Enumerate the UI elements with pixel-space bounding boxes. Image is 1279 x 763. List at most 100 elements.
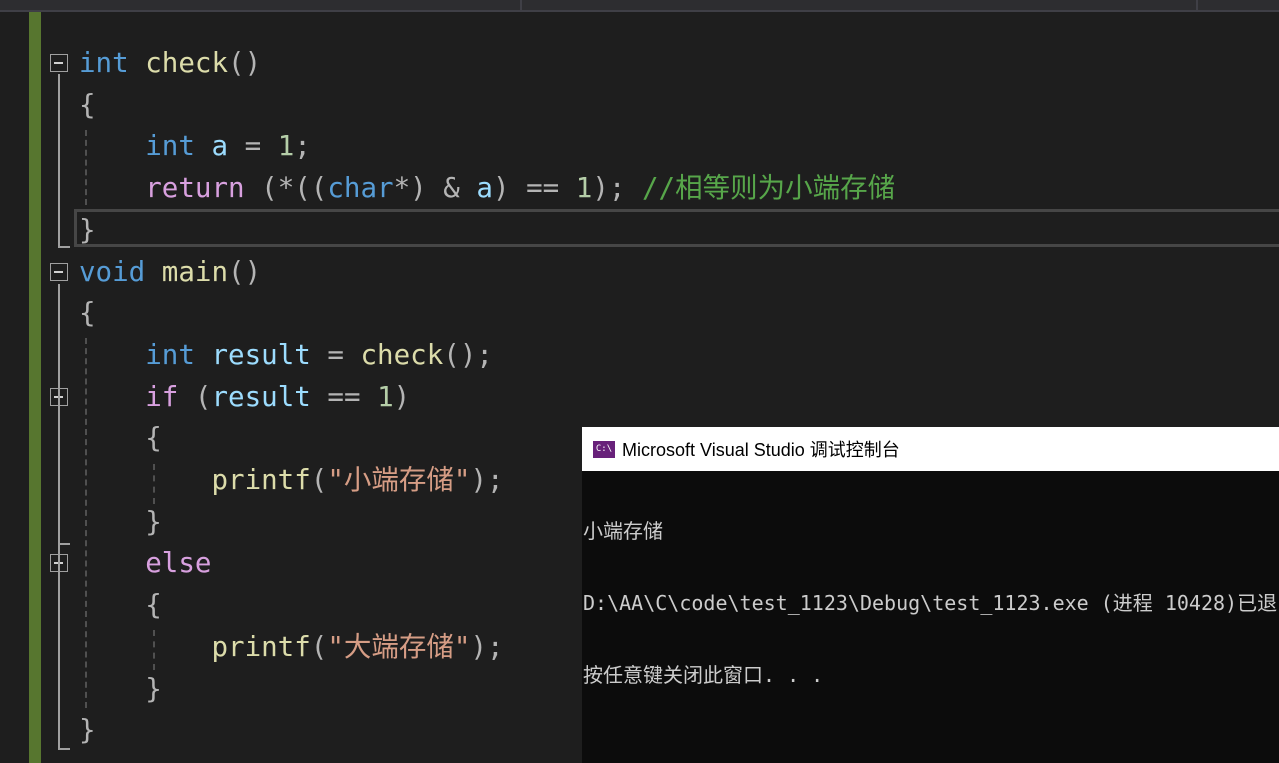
code-line[interactable]: printf("大端存储");	[79, 626, 504, 668]
code-token: =	[310, 338, 361, 371]
outline-bracket	[58, 246, 70, 248]
code-token: 1	[377, 380, 394, 413]
code-line[interactable]: {	[79, 84, 96, 126]
code-token: ()	[228, 255, 262, 288]
code-token: "小端存储"	[327, 464, 471, 496]
code-token: )	[393, 380, 411, 413]
indent-guide	[153, 464, 155, 504]
code-token: else	[145, 547, 212, 580]
indent-guide	[85, 130, 87, 205]
code-token: ) ==	[492, 172, 576, 205]
outline-bracket	[58, 284, 60, 750]
code-line[interactable]: else	[79, 542, 211, 584]
console-line: 小端存储	[583, 519, 663, 543]
code-token: printf	[211, 630, 311, 663]
code-token: check	[145, 47, 229, 79]
code-token: {	[79, 589, 162, 622]
code-line[interactable]: int a = 1;	[79, 125, 311, 167]
code-line[interactable]: }	[79, 501, 162, 543]
code-token: int	[79, 47, 129, 79]
console-line: 按任意键关闭此窗口. . .	[583, 663, 824, 687]
outline-bracket	[58, 543, 70, 545]
code-token: (	[178, 380, 212, 413]
divider	[520, 0, 522, 10]
current-line-highlight	[74, 209, 1279, 247]
code-line[interactable]: printf("小端存储");	[79, 459, 504, 501]
collapse-toggle-icon[interactable]	[50, 54, 68, 72]
code-token: char	[327, 172, 394, 205]
divider	[1196, 0, 1198, 10]
code-token: (*((	[244, 172, 328, 205]
code-token: main	[161, 255, 229, 288]
change-tracking-margin	[29, 12, 41, 763]
code-token: }	[79, 714, 96, 747]
code-token: =	[228, 130, 278, 163]
code-token: *) &	[393, 172, 477, 205]
console-title-bar[interactable]: C:\ Microsoft Visual Studio 调试控制台	[582, 427, 1279, 471]
code-token: check	[360, 338, 444, 371]
code-token: );	[470, 630, 504, 663]
code-line[interactable]: int check()	[79, 42, 261, 84]
code-token: ()	[228, 47, 262, 79]
indent-guide	[85, 338, 87, 708]
code-token: 1	[575, 172, 593, 205]
code-token: {	[79, 88, 96, 121]
code-token: }	[79, 672, 162, 705]
code-token: 1	[277, 130, 295, 163]
code-line[interactable]: int result = check();	[79, 334, 493, 376]
code-line[interactable]: }	[79, 209, 96, 251]
outline-bracket	[58, 748, 70, 750]
code-line[interactable]: }	[79, 668, 162, 710]
code-token: a	[211, 130, 229, 163]
code-line[interactable]: return (*((char*) & a) == 1); //相等则为小端存储	[79, 167, 895, 209]
code-token: result	[211, 338, 311, 371]
code-token: if	[145, 380, 179, 413]
code-line[interactable]: {	[79, 292, 96, 334]
code-token: int	[145, 338, 195, 371]
console-line: D:\AA\C\code\test_1123\Debug\test_1123.e…	[583, 591, 1278, 615]
collapse-toggle-icon[interactable]	[50, 262, 68, 281]
code-token: void	[79, 255, 146, 288]
code-token: printf	[211, 464, 311, 496]
console-title: Microsoft Visual Studio 调试控制台	[622, 440, 900, 460]
outline-bracket	[58, 74, 60, 246]
code-line[interactable]: {	[79, 417, 162, 459]
code-token: {	[79, 422, 162, 455]
code-token: ;	[294, 130, 311, 163]
code-token: }	[79, 213, 96, 246]
code-token: return	[145, 172, 245, 205]
debug-console-window[interactable]: C:\ Microsoft Visual Studio 调试控制台 小端存储 D…	[582, 427, 1279, 763]
code-token: a	[476, 172, 493, 205]
code-line[interactable]: {	[79, 584, 162, 626]
editor-tab-bar	[0, 0, 1279, 12]
code-token: (	[310, 464, 328, 496]
indent-guide	[153, 630, 155, 670]
code-line[interactable]: }	[79, 709, 96, 751]
code-token: int	[145, 130, 195, 163]
console-app-icon: C:\	[593, 440, 615, 458]
code-token: (	[310, 630, 328, 663]
code-token: result	[211, 380, 311, 413]
code-token: ==	[310, 380, 378, 413]
code-token: ();	[443, 338, 493, 371]
code-line[interactable]: if (result == 1)	[79, 376, 410, 418]
code-line[interactable]: void main()	[79, 251, 261, 293]
code-token: }	[79, 505, 162, 538]
code-token: "大端存储"	[327, 630, 471, 663]
code-token: );	[470, 464, 504, 496]
code-token: //相等则为小端存储	[642, 172, 896, 205]
console-output: 小端存储 D:\AA\C\code\test_1123\Debug\test_1…	[582, 471, 1279, 735]
code-token: {	[79, 297, 96, 330]
code-token: );	[592, 172, 642, 205]
